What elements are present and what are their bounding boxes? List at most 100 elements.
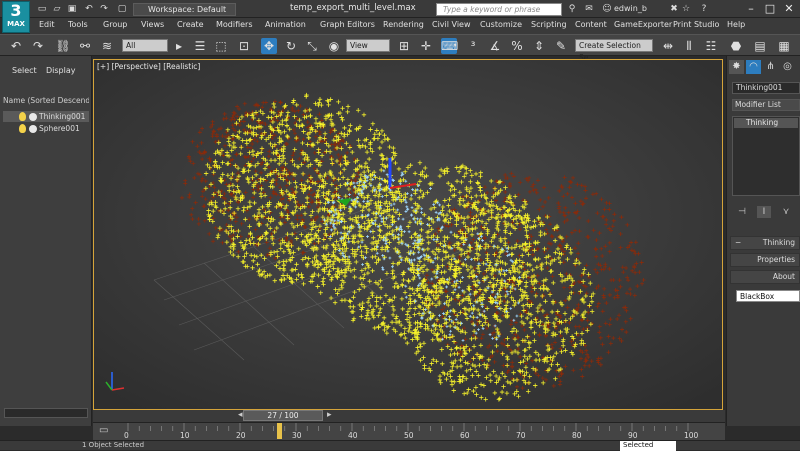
viewport-canvas[interactable] (94, 60, 723, 410)
angle-snap-icon[interactable]: ∡ (487, 38, 503, 54)
rollout-properties[interactable]: Properties (730, 253, 800, 267)
spinner-snap-icon[interactable]: ⇕ (531, 38, 547, 54)
frame-indicator[interactable]: 27 / 100 (243, 410, 323, 421)
window-crossing-icon[interactable]: ⊡ (236, 38, 252, 54)
pin-stack-icon[interactable]: ⊣ (735, 206, 749, 218)
menu-tools[interactable]: Tools (68, 20, 88, 29)
menu-civil-view[interactable]: Civil View (432, 20, 471, 29)
previous-frame-icon[interactable]: ◂ (238, 410, 243, 420)
material-editor-icon[interactable]: ⬣ (728, 38, 744, 54)
exchange-icon[interactable]: ✖ (668, 3, 680, 15)
render-setup-icon[interactable]: ▤ (752, 38, 768, 54)
redo-icon[interactable]: ↷ (30, 38, 46, 54)
unlink-icon[interactable]: ⚯ (77, 38, 93, 54)
blackbox-field[interactable]: BlackBox (736, 290, 800, 302)
help-icon[interactable]: ? (698, 3, 710, 15)
menu-scripting[interactable]: Scripting (531, 20, 567, 29)
show-end-result-icon[interactable]: Ⅰ (757, 206, 771, 218)
close-button[interactable]: ✕ (780, 1, 798, 17)
modify-tab-icon[interactable]: ◠ (746, 60, 761, 74)
select-and-move-icon[interactable]: ✥ (261, 38, 277, 54)
menu-print-studio[interactable]: Print Studio (673, 20, 719, 29)
modifier-list-dropdown[interactable]: Modifier List (732, 99, 800, 111)
perspective-viewport[interactable]: [+] [Perspective] [Realistic] (93, 59, 723, 410)
horizontal-scrollbar[interactable] (4, 408, 88, 418)
snaps-toggle-icon[interactable]: ³ (465, 38, 481, 54)
binoculars-icon[interactable]: ⚲ (566, 3, 578, 15)
select-by-name-icon[interactable]: ☰ (192, 38, 208, 54)
app-logo[interactable]: 3 MAX (2, 1, 30, 33)
undo-icon[interactable]: ↶ (83, 3, 95, 15)
link-icon[interactable]: ⛓ (55, 38, 71, 54)
menu-animation[interactable]: Animation (265, 20, 306, 29)
menu-rendering[interactable]: Rendering (383, 20, 424, 29)
star-icon[interactable]: ☆ (680, 3, 692, 15)
open-file-icon[interactable]: ▱ (51, 3, 63, 15)
project-folder-icon[interactable]: ▢ (116, 3, 128, 15)
menu-views[interactable]: Views (141, 20, 164, 29)
select-and-rotate-icon[interactable]: ↻ (283, 38, 299, 54)
render-frame-icon[interactable]: ▦ (776, 38, 792, 54)
timeline-ruler[interactable]: ▭ 0 10 20 30 40 50 60 70 80 90 100 (93, 422, 725, 440)
named-selection-set-dropdown[interactable]: Create Selection Se (575, 39, 653, 62)
scene-explorer-icon[interactable]: ☷ (703, 38, 719, 54)
menu-modifiers[interactable]: Modifiers (216, 20, 253, 29)
user-name[interactable]: edwin_b (614, 4, 647, 13)
minimize-button[interactable]: – (742, 1, 760, 17)
edit-named-selection-icon[interactable]: ✎ (553, 38, 569, 54)
status-bar: 1 Object Selected Selected (0, 440, 800, 451)
modifier-stack-item[interactable]: Thinking (734, 118, 798, 128)
modifier-stack[interactable]: Thinking (732, 116, 800, 196)
percent-snap-icon[interactable]: % (509, 38, 525, 54)
tab-display[interactable]: Display (46, 66, 76, 75)
next-frame-icon[interactable]: ▸ (327, 410, 332, 420)
align-icon[interactable]: ⫴ (681, 38, 697, 54)
visibility-icon[interactable] (29, 125, 37, 133)
create-tab-icon[interactable]: ✸ (729, 60, 744, 74)
selection-filter-dropdown[interactable]: All (122, 39, 168, 52)
menu-gameexporter[interactable]: GameExporter (614, 20, 672, 29)
menu-group[interactable]: Group (103, 20, 127, 29)
menu-help[interactable]: Help (727, 20, 745, 29)
redo-icon[interactable]: ↷ (98, 3, 110, 15)
search-input[interactable]: Type a keyword or phrase (436, 3, 562, 16)
menu-edit[interactable]: Edit (39, 20, 55, 29)
scene-list-header[interactable]: Name (Sorted Descending) (3, 96, 89, 108)
bind-space-warp-icon[interactable]: ≋ (99, 38, 115, 54)
viewport-label[interactable]: [+] [Perspective] [Realistic] (97, 62, 200, 71)
document-title: temp_export_multi_level.max (290, 3, 416, 13)
light-bulb-icon[interactable] (19, 112, 26, 121)
rectangular-selection-icon[interactable]: ⬚ (213, 38, 229, 54)
menu-content[interactable]: Content (575, 20, 607, 29)
select-object-icon[interactable]: ▸ (171, 38, 187, 54)
scene-item[interactable]: Sphere001 (3, 123, 89, 134)
rollout-about[interactable]: About (730, 270, 800, 284)
workspace-dropdown[interactable]: Workspace: Default (133, 3, 236, 16)
tab-select[interactable]: Select (12, 66, 37, 75)
menu-create[interactable]: Create (177, 20, 204, 29)
select-and-scale-icon[interactable]: ⤡ (304, 38, 320, 54)
scene-item[interactable]: Thinking001 (3, 111, 89, 122)
menu-customize[interactable]: Customize (480, 20, 522, 29)
rollout-thinking[interactable]: − Thinking (730, 236, 800, 250)
hierarchy-tab-icon[interactable]: ⋔ (763, 60, 778, 74)
undo-icon[interactable]: ↶ (8, 38, 24, 54)
placement-icon[interactable]: ◉ (326, 38, 342, 54)
visibility-icon[interactable] (29, 113, 37, 121)
mirror-icon[interactable]: ⇹ (660, 38, 676, 54)
save-icon[interactable]: ▣ (66, 3, 78, 15)
communication-icon[interactable]: ✉ (583, 3, 595, 15)
object-name-field[interactable]: Thinking001 (732, 82, 800, 94)
light-bulb-icon[interactable] (19, 124, 26, 133)
motion-tab-icon[interactable]: ◎ (780, 60, 795, 74)
menu-graph-editors[interactable]: Graph Editors (320, 20, 375, 29)
keyboard-shortcut-override-icon[interactable]: ⌨ (441, 38, 458, 54)
maximize-button[interactable]: □ (761, 1, 779, 17)
new-file-icon[interactable]: ▭ (36, 3, 48, 15)
select-manipulate-icon[interactable]: ✛ (418, 38, 434, 54)
playhead[interactable] (277, 423, 283, 439)
reference-coordinate-dropdown[interactable]: View (346, 39, 390, 52)
pivot-point-icon[interactable]: ⊞ (396, 38, 412, 54)
time-slider[interactable]: ◂ 27 / 100 ▸ (93, 410, 725, 422)
make-unique-icon[interactable]: ⋎ (779, 206, 793, 218)
